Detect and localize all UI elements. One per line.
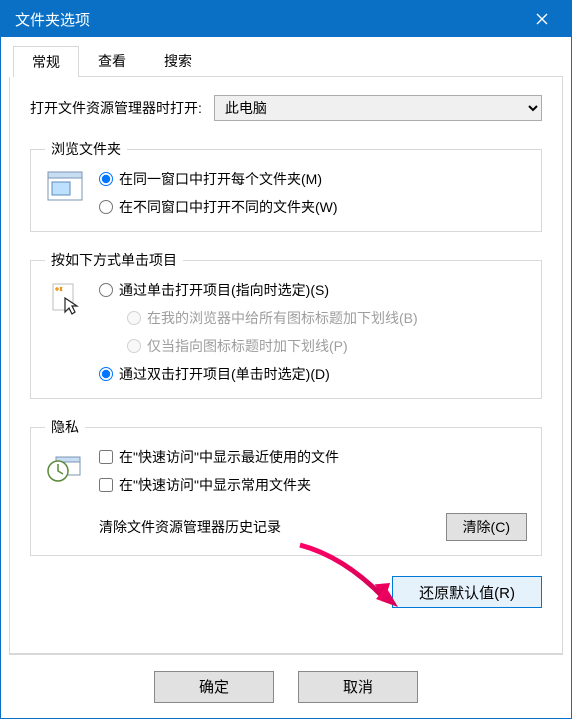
check-recent-files[interactable]: 在"快速访问"中显示最近使用的文件: [99, 447, 527, 467]
browse-legend: 浏览文件夹: [45, 139, 127, 159]
open-with-label: 打开文件资源管理器时打开:: [30, 98, 202, 118]
radio-single-click[interactable]: 通过单击打开项目(指向时选定)(S): [99, 280, 527, 300]
radio-underline-all: 在我的浏览器中给所有图标标题加下划线(B): [127, 308, 527, 328]
open-with-select[interactable]: 此电脑: [214, 95, 542, 121]
close-icon: [536, 13, 548, 25]
click-cursor-icon: [45, 280, 85, 384]
privacy-legend: 隐私: [45, 417, 85, 437]
tabstrip: 常规 查看 搜索: [13, 45, 563, 77]
radio-underline-point: 仅当指向图标标题时加下划线(P): [127, 336, 527, 356]
titlebar: 文件夹选项: [1, 1, 571, 37]
radio-new-window[interactable]: 在不同窗口中打开不同的文件夹(W): [99, 197, 527, 217]
close-button[interactable]: [521, 1, 563, 37]
tab-body: 打开文件资源管理器时打开: 此电脑 浏览文件夹 在同一窗口中打开每个文件夹(M): [9, 77, 563, 654]
tab-general[interactable]: 常规: [13, 46, 79, 77]
open-with-row: 打开文件资源管理器时打开: 此电脑: [30, 95, 542, 121]
click-fieldset: 按如下方式单击项目 通过单击打开项目(指向时选定)(S) 在我的浏览器中给所有图…: [30, 250, 542, 399]
folder-options-dialog: 文件夹选项 常规 查看 搜索 打开文件资源管理器时打开: 此电脑 浏览文件夹: [0, 0, 572, 719]
cancel-button[interactable]: 取消: [298, 671, 418, 703]
client-area: 常规 查看 搜索 打开文件资源管理器时打开: 此电脑 浏览文件夹: [1, 37, 571, 718]
privacy-fieldset: 隐私 在"快速访问"中显示最近使用的文件 在"快速访问"中显示常用文件夹: [30, 417, 542, 556]
tab-view[interactable]: 查看: [79, 45, 145, 76]
ok-button[interactable]: 确定: [154, 671, 274, 703]
browse-folder-icon: [45, 169, 85, 217]
restore-defaults-button[interactable]: 还原默认值(R): [392, 576, 542, 608]
browse-fieldset: 浏览文件夹 在同一窗口中打开每个文件夹(M) 在不同窗口中打开不同的文件夹(W): [30, 139, 542, 232]
privacy-clock-icon: [45, 447, 85, 541]
clear-history-label: 清除文件资源管理器历史记录: [99, 517, 434, 537]
radio-same-window[interactable]: 在同一窗口中打开每个文件夹(M): [99, 169, 527, 189]
window-title: 文件夹选项: [15, 9, 521, 30]
click-legend: 按如下方式单击项目: [45, 250, 183, 270]
tab-search[interactable]: 搜索: [145, 45, 211, 76]
dialog-footer: 确定 取消: [9, 654, 563, 718]
clear-button[interactable]: 清除(C): [446, 513, 527, 541]
radio-double-click[interactable]: 通过双击打开项目(单击时选定)(D): [99, 364, 527, 384]
check-frequent-folders[interactable]: 在"快速访问"中显示常用文件夹: [99, 475, 527, 495]
